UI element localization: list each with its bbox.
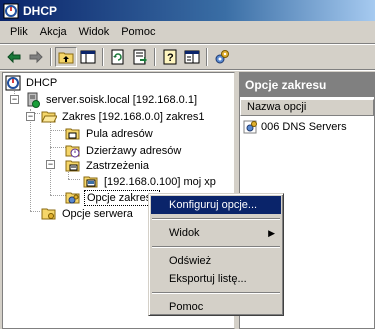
- menu-item-help[interactable]: Pomoc: [151, 298, 281, 316]
- details-header: Opcje zakresu: [240, 73, 374, 97]
- menu-separator: [0, 43, 375, 45]
- export-list-button[interactable]: [129, 47, 151, 67]
- address-pool-icon: [65, 128, 80, 139]
- submenu-arrow-icon: ▶: [268, 228, 275, 238]
- collapse-server-toggle[interactable]: −: [10, 95, 19, 104]
- menu-item-label: Pomoc: [169, 301, 204, 313]
- menu-file[interactable]: Plik: [4, 23, 34, 41]
- tree-node-scope[interactable]: Zakres [192.168.0.0] zakres1: [41, 108, 206, 125]
- server-icon: [27, 92, 40, 108]
- tree-label: [192.168.0.100] moj xp: [104, 175, 216, 188]
- menu-separator: [152, 218, 280, 220]
- scope-options-icon: [65, 192, 80, 203]
- menu-separator: [152, 292, 280, 294]
- tree-node-address-pool[interactable]: Pula adresów: [65, 125, 155, 142]
- tree-connector: [68, 179, 80, 180]
- menu-bar: Plik Akcja Widok Pomoc: [0, 22, 375, 42]
- option-name: 006 DNS Servers: [261, 121, 347, 133]
- panes-icon: [184, 50, 200, 64]
- menu-item-label: Odśwież: [169, 255, 212, 267]
- reservation-item-icon: [83, 176, 98, 187]
- tree-connector: [30, 211, 40, 212]
- tree-label: Zakres [192.168.0.0] zakres1: [62, 110, 205, 123]
- server-options-icon: [41, 208, 56, 219]
- title-bar: DHCP: [0, 0, 375, 21]
- collapse-scope-toggle[interactable]: −: [26, 112, 35, 121]
- option-gear-icon: [243, 120, 257, 134]
- gears-icon: [215, 50, 229, 64]
- menu-item-label: Konfiguruj opcje...: [169, 199, 258, 211]
- svg-text:?: ?: [167, 52, 174, 64]
- forward-button[interactable]: [25, 47, 47, 67]
- tree-label: Pula adresów: [86, 127, 153, 140]
- tree-label: Zastrzeżenia: [86, 159, 149, 172]
- forward-arrow-icon: [29, 50, 43, 64]
- tree-connector: [50, 121, 51, 195]
- menu-item-export-list[interactable]: Eksportuj listę...: [151, 270, 281, 288]
- dhcp-app-icon: [3, 3, 19, 18]
- tree-node-scope-options[interactable]: Opcje zakresu: [65, 189, 161, 206]
- up-folder-icon: [58, 52, 74, 64]
- menu-separator: [152, 246, 280, 248]
- folder-open-icon: [41, 111, 57, 122]
- show-action-pane-button[interactable]: [181, 47, 203, 67]
- tree-node-server-options[interactable]: Opcje serwera: [41, 205, 135, 222]
- tree-node-reservations[interactable]: Zastrzeżenia: [65, 157, 151, 174]
- collapse-reservations-toggle[interactable]: −: [46, 160, 55, 169]
- back-arrow-icon: [7, 50, 21, 64]
- menu-action[interactable]: Akcja: [34, 23, 73, 41]
- menu-view[interactable]: Widok: [73, 23, 116, 41]
- menu-item-view[interactable]: Widok ▶: [151, 224, 281, 242]
- menu-help[interactable]: Pomoc: [115, 23, 161, 41]
- window-title: DHCP: [23, 3, 58, 18]
- show-hide-tree-button[interactable]: [77, 47, 99, 67]
- menu-item-label: Eksportuj listę...: [169, 273, 247, 285]
- menu-item-label: Widok: [169, 227, 200, 239]
- console-tree-icon: [80, 50, 96, 64]
- export-list-icon: [133, 49, 147, 65]
- help-book-icon: ?: [163, 49, 177, 65]
- tree-label: server.soisk.local [192.168.0.1]: [46, 93, 198, 106]
- tree-node-reservation-item[interactable]: [192.168.0.100] moj xp: [83, 173, 218, 190]
- up-level-button[interactable]: [55, 47, 77, 67]
- menu-item-configure-options[interactable]: Konfiguruj opcje...: [151, 196, 281, 214]
- manage-authorized-servers-button[interactable]: [211, 47, 233, 67]
- tree-connector: [30, 109, 31, 211]
- tree-label: DHCP: [26, 76, 58, 89]
- tree-label: Opcje serwera: [62, 207, 133, 220]
- refresh-button[interactable]: [107, 47, 129, 67]
- help-button[interactable]: ?: [159, 47, 181, 67]
- column-header-option-name[interactable]: Nazwa opcji: [240, 99, 374, 116]
- toolbar-separator: [154, 48, 156, 66]
- tree-node-dhcp[interactable]: DHCP: [5, 74, 59, 91]
- toolbar-separator-line: [0, 69, 375, 71]
- refresh-icon: [111, 49, 124, 65]
- tree-label: Dzierżawy adresów: [86, 144, 182, 157]
- back-button[interactable]: [3, 47, 25, 67]
- reservations-icon: [65, 160, 80, 171]
- toolbar-separator: [206, 48, 208, 66]
- tree-node-server[interactable]: server.soisk.local [192.168.0.1]: [25, 91, 199, 108]
- toolbar-separator: [102, 48, 104, 66]
- menu-item-refresh[interactable]: Odśwież: [151, 252, 281, 270]
- list-item[interactable]: 006 DNS Servers: [240, 118, 374, 136]
- context-menu: Konfiguruj opcje... Widok ▶ Odśwież Eksp…: [148, 193, 284, 316]
- toolbar-separator: [50, 48, 52, 66]
- dhcp-root-icon: [5, 75, 21, 90]
- toolbar: ?: [0, 46, 375, 68]
